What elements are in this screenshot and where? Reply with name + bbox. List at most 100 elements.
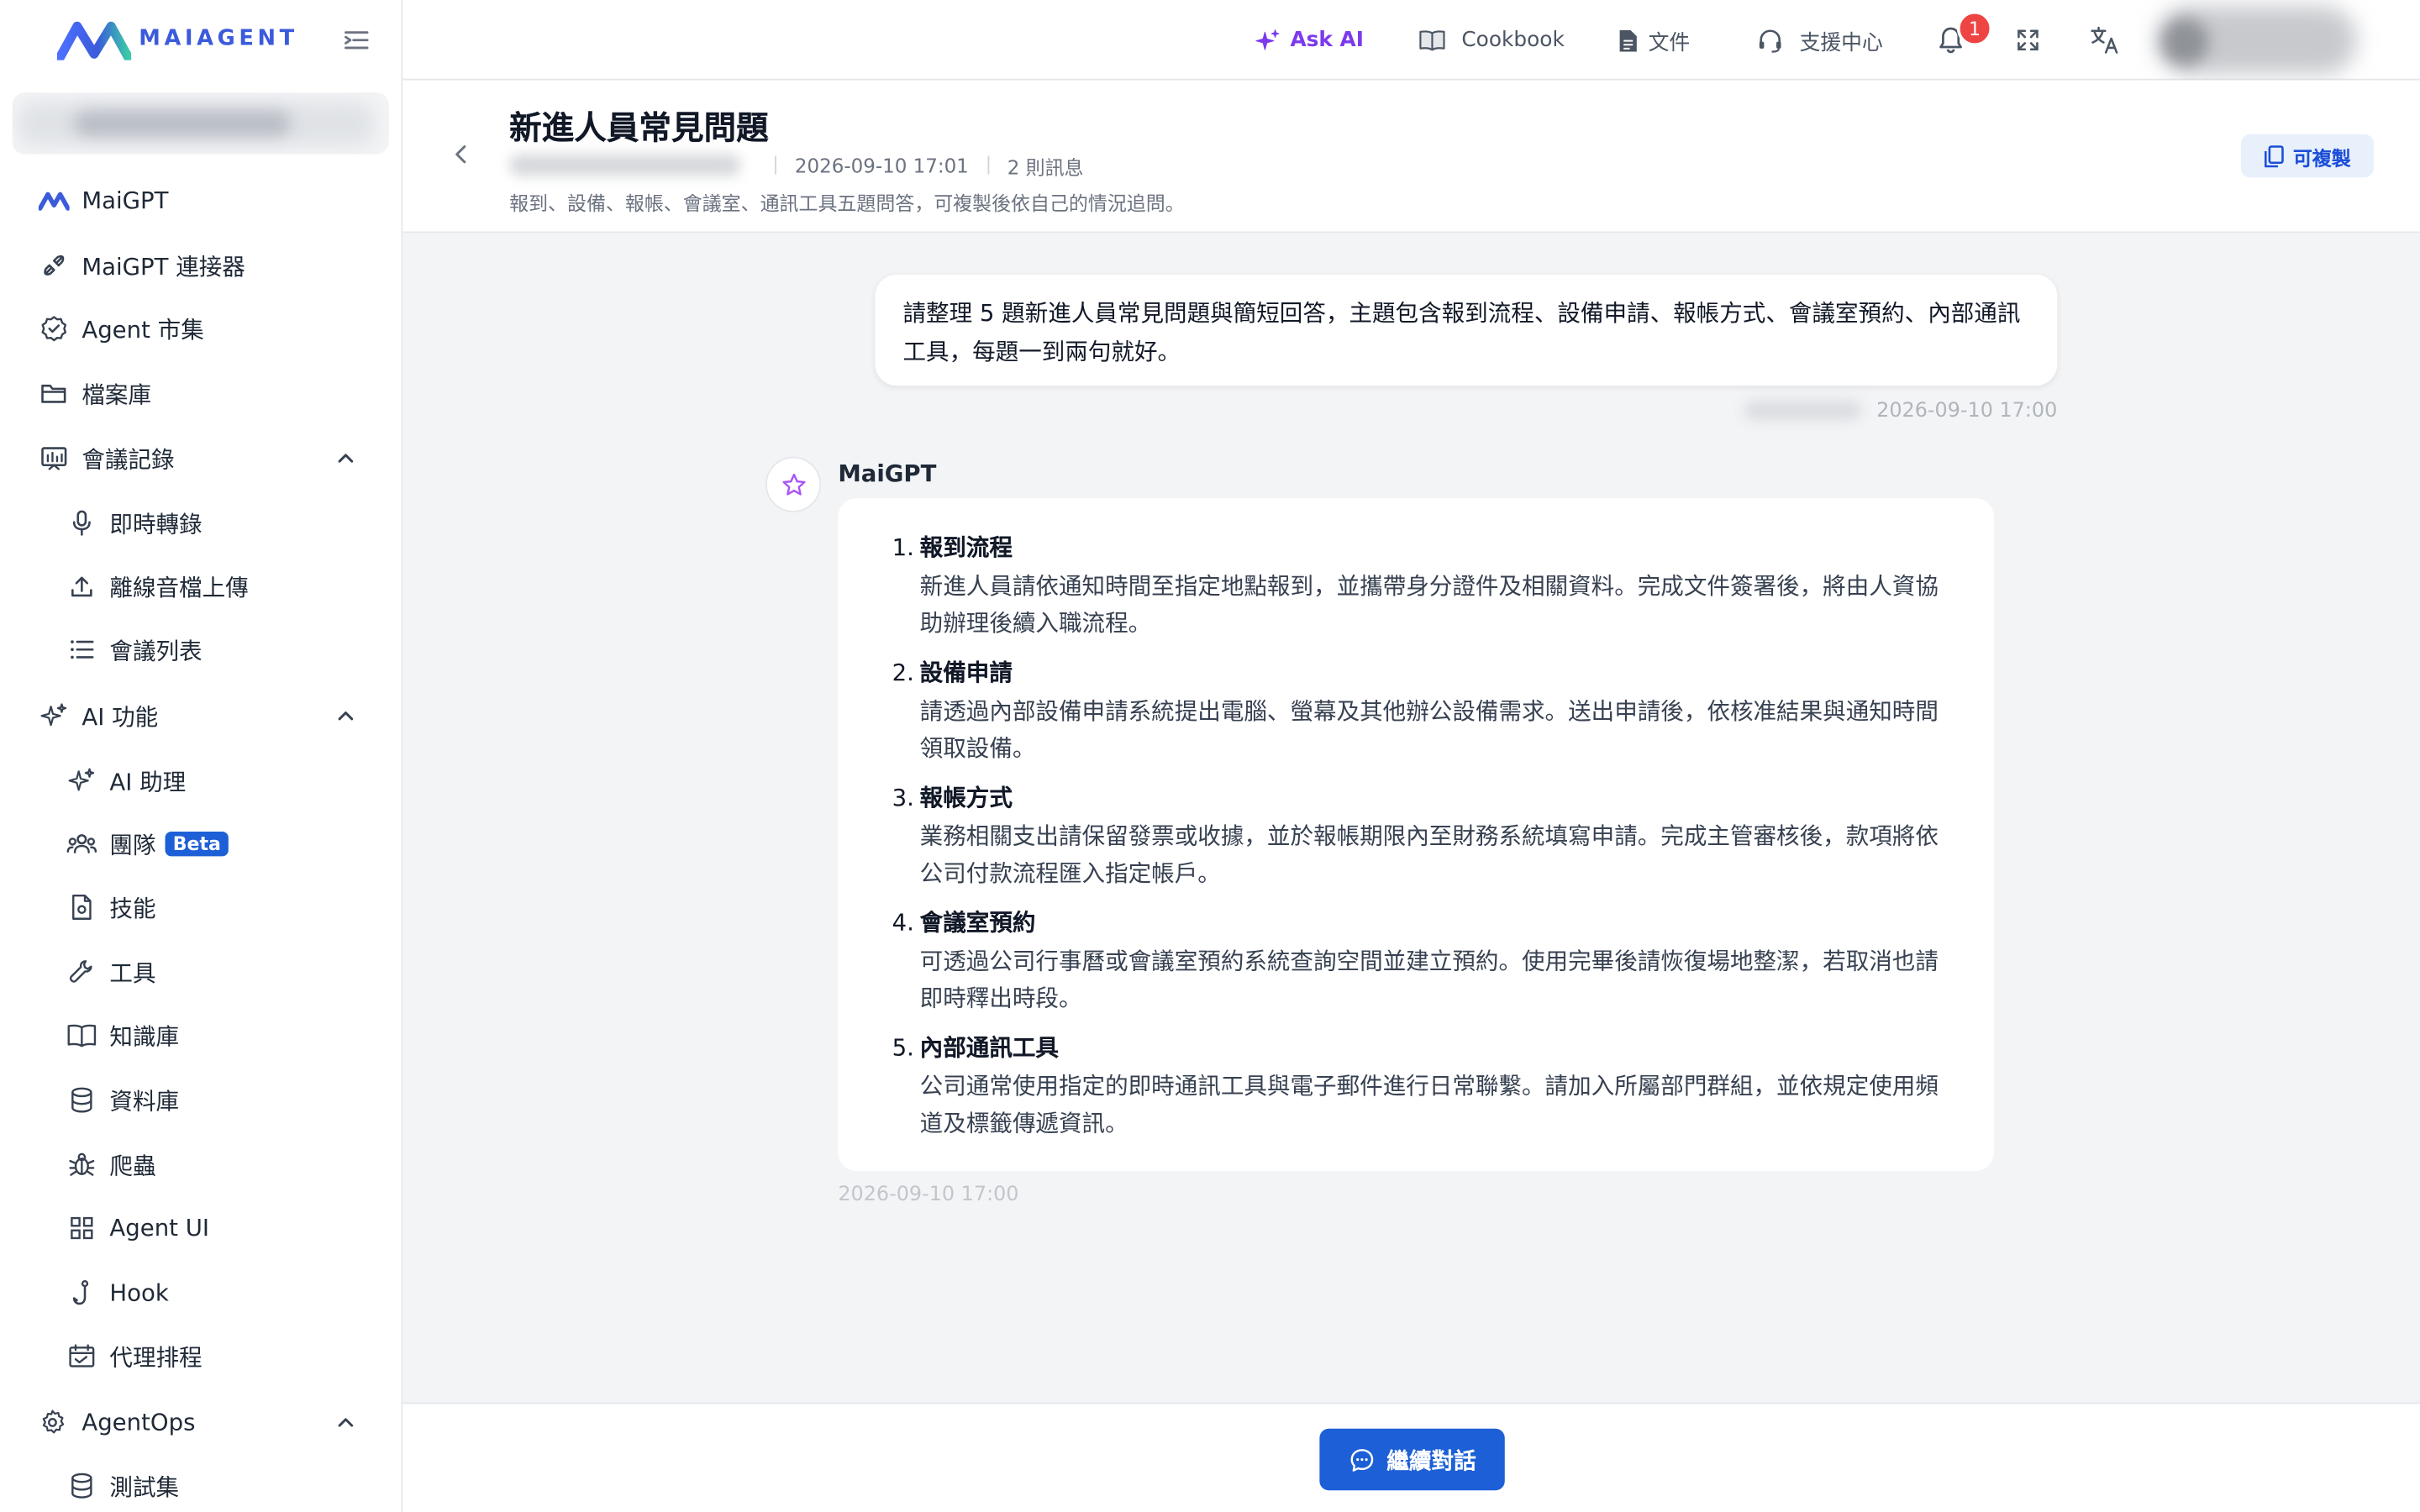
sidebar-item-ai-features[interactable]: AI 功能 bbox=[0, 688, 402, 743]
redacted-author bbox=[509, 154, 741, 176]
language-button[interactable] bbox=[2086, 22, 2123, 59]
sidebar-item-label: MaiGPT 連接器 bbox=[82, 252, 245, 281]
upload-icon bbox=[66, 571, 97, 602]
sidebar-item-agent-schedule[interactable]: 代理排程 bbox=[0, 1328, 402, 1383]
sidebar-item-label: 資料庫 bbox=[109, 1086, 180, 1116]
cookbook-label: Cookbook bbox=[1461, 28, 1565, 53]
sidebar-item-label: 工具 bbox=[109, 958, 156, 987]
sidebar-item-label: Agent UI bbox=[109, 1214, 210, 1242]
copyable-button[interactable]: 可複製 bbox=[2240, 134, 2374, 178]
translate-icon bbox=[2091, 26, 2118, 54]
docs-link[interactable]: 文件 bbox=[1618, 24, 1690, 55]
ai-message-time: 2026-09-10 17:00 bbox=[838, 1183, 1019, 1207]
notification-count-badge: 1 bbox=[1956, 10, 1993, 47]
copy-icon bbox=[2264, 144, 2284, 167]
sidebar-item-connector[interactable]: MaiGPT 連接器 bbox=[0, 238, 402, 293]
connector-icon bbox=[39, 250, 70, 281]
copyable-label: 可複製 bbox=[2292, 145, 2351, 170]
sidebar-item-agent-market[interactable]: Agent 市集 bbox=[0, 301, 402, 356]
conversation-date: 2026-09-10 17:01 bbox=[794, 153, 969, 177]
support-center-link[interactable]: 支援中心 bbox=[1756, 24, 1883, 55]
user-message-text: 請整理 5 題新進人員常見問題與簡短回答，主題包含報到流程、設備申請、報帳方式、… bbox=[902, 299, 2021, 366]
sidebar-item-label: 檔案庫 bbox=[82, 380, 152, 408]
sidebar-item-crawler[interactable]: 爬蟲 bbox=[0, 1137, 402, 1193]
user-message-bubble: 請整理 5 題新進人員常見問題與簡短回答，主題包含報到流程、設備申請、報帳方式、… bbox=[875, 274, 2058, 386]
chevron-up-icon[interactable] bbox=[334, 704, 358, 728]
sidebar-item-label: AI 助理 bbox=[109, 767, 187, 795]
chevron-up-icon[interactable] bbox=[334, 446, 358, 470]
list-item-title: 內部通訊工具 bbox=[919, 1033, 1060, 1062]
sidebar-item-offline-upload[interactable]: 離線音檔上傳 bbox=[0, 559, 402, 614]
conversation-header: 新進人員常見問題 2026-09-10 17:01 2 則訊息 報到、設備、報帳… bbox=[402, 80, 2420, 234]
sidebar-item-label: Hook bbox=[109, 1278, 169, 1307]
page-title: 新進人員常見問題 bbox=[509, 109, 769, 147]
sparkles-icon bbox=[1255, 29, 1280, 50]
cookbook-link[interactable]: Cookbook bbox=[1418, 24, 1565, 55]
list-item-number: 1. bbox=[892, 533, 914, 562]
fullscreen-button[interactable] bbox=[2009, 22, 2046, 59]
sidebar-item-agentops[interactable]: AgentOps bbox=[0, 1394, 402, 1450]
conversation-description: 報到、設備、報帳、會議室、通訊工具五題問答，可複製後依自己的情況追問。 bbox=[509, 191, 1185, 215]
support-label: 支援中心 bbox=[1799, 30, 1883, 56]
sidebar-item-ai-assistant[interactable]: AI 助理 bbox=[0, 753, 402, 808]
meta-divider bbox=[775, 155, 776, 175]
sidebar-item-maigpt[interactable]: MaiGPT bbox=[0, 173, 402, 228]
document-icon bbox=[1619, 29, 1637, 51]
sidebar-item-label: 代理排程 bbox=[109, 1342, 203, 1371]
list-item: 4. 會議室預約 可透過公司行事曆或會議室預約系統查詢空間並建立預約。使用完畢後… bbox=[892, 904, 1957, 1016]
list-item-title: 報帳方式 bbox=[919, 784, 1013, 812]
ai-name: MaiGPT bbox=[838, 459, 937, 488]
sidebar-item-label: 離線音檔上傳 bbox=[109, 573, 249, 601]
sidebar-item-hook[interactable]: Hook bbox=[0, 1265, 402, 1320]
sidebar-item-database[interactable]: 資料庫 bbox=[0, 1073, 402, 1128]
sidebar-item-team[interactable]: 團隊 Beta bbox=[0, 816, 402, 872]
sidebar-item-live-transcription[interactable]: 即時轉錄 bbox=[0, 496, 402, 551]
star-icon bbox=[781, 473, 805, 495]
sidebar-item-label: AgentOps bbox=[82, 1408, 196, 1436]
maigpt-logo-icon bbox=[38, 185, 70, 216]
sidebar-item-label: Agent 市集 bbox=[82, 315, 204, 344]
skill-file-icon bbox=[66, 892, 97, 923]
ask-ai-link[interactable]: Ask AI bbox=[1255, 24, 1364, 55]
list-item-number: 4. bbox=[892, 908, 914, 937]
sidebar-item-knowledge-base[interactable]: 知識庫 bbox=[0, 1007, 402, 1063]
folder-icon bbox=[39, 378, 70, 409]
list-item: 5. 內部通訊工具 公司通常使用指定的即時通訊工具與電子郵件進行日常聯繫。請加入… bbox=[892, 1029, 1957, 1142]
sidebar-item-label: 技能 bbox=[109, 894, 156, 922]
back-arrow-icon[interactable] bbox=[449, 142, 473, 166]
book-icon bbox=[66, 1020, 97, 1051]
sidebar-item-agent-ui[interactable]: Agent UI bbox=[0, 1200, 402, 1256]
sparkles-icon bbox=[39, 701, 70, 732]
ask-ai-label: Ask AI bbox=[1290, 28, 1364, 53]
sidebar-item-skills[interactable]: 技能 bbox=[0, 879, 402, 935]
hook-icon bbox=[66, 1278, 97, 1309]
list-item: 2. 設備申請 請透過內部設備申請系統提出電腦、螢幕及其他辦公設備需求。送出申請… bbox=[892, 654, 1957, 767]
sidebar-item-meeting-records[interactable]: 會議記錄 bbox=[0, 430, 402, 486]
chat-area: 請整理 5 題新進人員常見問題與簡短回答，主題包含報到流程、設備申請、報帳方式、… bbox=[402, 233, 2420, 1403]
list-item-body: 公司通常使用指定的即時通訊工具與電子郵件進行日常聯繫。請加入所屬部門群組，並依規… bbox=[919, 1072, 1939, 1137]
collapse-sidebar-icon[interactable] bbox=[341, 24, 372, 55]
agent-market-icon bbox=[39, 313, 70, 344]
message-count: 2 則訊息 bbox=[1007, 155, 1084, 179]
sidebar-item-label: 會議記錄 bbox=[82, 444, 175, 473]
sidebar-item-test-set[interactable]: 測試集 bbox=[0, 1458, 402, 1512]
sidebar: MAIAGENT MaiGPT MaiGPT 連接器 Agent 市集 檔案庫 … bbox=[0, 0, 403, 1512]
list-item-number: 5. bbox=[892, 1033, 914, 1062]
sidebar-item-file-library[interactable]: 檔案庫 bbox=[0, 365, 402, 421]
list-item-body: 可透過公司行事曆或會議室預約系統查詢空間並建立預約。使用完畢後請恢復場地整潔，若… bbox=[919, 947, 1939, 1012]
sidebar-item-label: AI 功能 bbox=[82, 702, 159, 731]
continue-conversation-button[interactable]: 繼續對話 bbox=[1319, 1428, 1505, 1491]
workspace-selector[interactable] bbox=[12, 92, 389, 155]
book-open-icon bbox=[1419, 30, 1445, 51]
sidebar-item-label: 測試集 bbox=[109, 1473, 180, 1501]
chevron-up-icon[interactable] bbox=[334, 1410, 358, 1435]
sidebar-item-label: 團隊 bbox=[109, 831, 156, 859]
sidebar-item-meeting-list[interactable]: 會議列表 bbox=[0, 622, 402, 677]
avatar bbox=[2162, 18, 2209, 66]
redacted-sender bbox=[1744, 401, 1861, 420]
meta-divider bbox=[986, 155, 989, 175]
sidebar-item-label: 會議列表 bbox=[109, 636, 203, 664]
workspace-redacted-name bbox=[74, 111, 291, 136]
sidebar-item-tools[interactable]: 工具 bbox=[0, 944, 402, 1000]
sidebar-item-label: 知識庫 bbox=[109, 1021, 180, 1050]
